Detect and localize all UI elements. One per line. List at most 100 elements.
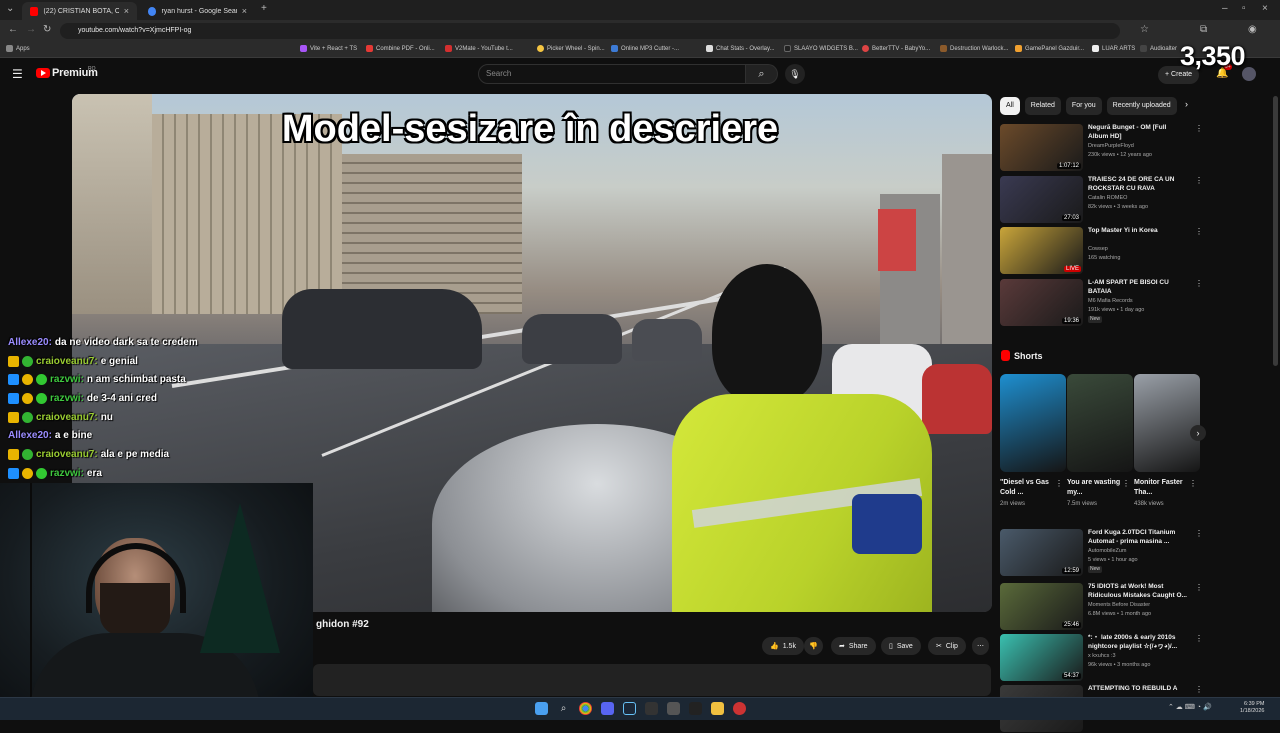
clip-button[interactable]: ✂ Clip <box>928 637 966 655</box>
video-thumbnail[interactable]: 27:03 <box>1000 176 1083 223</box>
short-more-icon[interactable]: ⋮ <box>1122 479 1130 488</box>
channel-name[interactable]: Cowsep <box>1088 246 1108 253</box>
back-icon[interactable]: ← <box>8 24 18 35</box>
close-window-icon[interactable]: × <box>1262 3 1268 14</box>
short-thumbnail[interactable] <box>1134 374 1200 472</box>
recommendation-item[interactable]: LIVE Top Master Yi in Korea Cowsep 165 watc… <box>1000 227 1203 275</box>
more-options-icon[interactable]: ⋮ <box>1195 279 1203 288</box>
recommendation-title[interactable]: TRAIESC 24 DE ORE CA UN ROCKSTAR CU RAVA <box>1088 176 1188 193</box>
bookmark-item[interactable]: Combine PDF - Onli... <box>366 45 435 52</box>
channel-name[interactable]: Catalin ROMEO <box>1088 195 1127 202</box>
video-thumbnail[interactable]: 19:36 <box>1000 279 1083 326</box>
video-thumbnail[interactable]: 54:37 <box>1000 634 1083 681</box>
file-explorer-icon[interactable] <box>711 702 724 715</box>
more-options-icon[interactable]: ⋮ <box>1195 529 1203 538</box>
more-options-icon[interactable]: ⋮ <box>1195 685 1203 694</box>
reload-icon[interactable]: ↻ <box>43 24 51 35</box>
dislike-button[interactable]: 👎 <box>804 637 823 655</box>
more-actions-button[interactable]: ⋯ <box>972 637 989 655</box>
short-title[interactable]: You are wasting my... <box>1067 478 1127 498</box>
new-tab-icon[interactable]: + <box>261 3 267 14</box>
extensions-icon[interactable]: ⧉ <box>1200 24 1207 35</box>
chips-next-icon[interactable]: › <box>1185 99 1188 109</box>
tab-menu-icon[interactable]: ⌄ <box>6 3 14 14</box>
save-button[interactable]: ▯ Save <box>881 637 921 655</box>
app-icon[interactable] <box>689 702 702 715</box>
recommendation-item[interactable]: 12:59 Ford Kuga 2.0TDCI Titanium Automat … <box>1000 529 1203 577</box>
channel-name[interactable]: Moments Before Disaster <box>1088 602 1150 609</box>
search-input[interactable]: Search <box>478 64 746 84</box>
search-button[interactable]: ⌕ <box>746 64 778 84</box>
short-more-icon[interactable]: ⋮ <box>1189 479 1197 488</box>
video-thumbnail[interactable]: 25:46 <box>1000 583 1083 630</box>
close-tab-icon[interactable]: × <box>242 6 247 16</box>
more-options-icon[interactable]: ⋮ <box>1195 583 1203 592</box>
maximize-icon[interactable]: ▫ <box>1242 3 1246 14</box>
recommendation-title[interactable]: Negură Bunget - OM [Full Album HD] <box>1088 124 1188 141</box>
short-more-icon[interactable]: ⋮ <box>1055 479 1063 488</box>
bookmark-item[interactable]: BetterTTV - BabyYo... <box>862 45 930 52</box>
video-thumbnail[interactable]: 1:07:12 <box>1000 124 1083 171</box>
more-options-icon[interactable]: ⋮ <box>1195 176 1203 185</box>
more-options-icon[interactable]: ⋮ <box>1195 227 1203 236</box>
short-title[interactable]: Monitor Faster Tha... <box>1134 478 1194 498</box>
youtube-logo-icon[interactable] <box>36 68 50 78</box>
channel-name[interactable]: M6 Mafia Records <box>1088 298 1133 305</box>
bookmark-apps[interactable]: Apps <box>6 45 30 52</box>
recommendation-item[interactable]: 25:46 75 IDIOTS at Work! Most Ridiculous … <box>1000 583 1203 631</box>
recommendation-title[interactable]: ATTEMPTING TO REBUILD A <box>1088 685 1188 694</box>
profile-icon[interactable]: ◉ <box>1248 24 1257 35</box>
recommendation-title[interactable]: Ford Kuga 2.0TDCI Titanium Automat - pri… <box>1088 529 1188 546</box>
steam-icon[interactable] <box>623 702 636 715</box>
bookmark-item[interactable]: SLAAYO WIDGETS B... <box>784 45 858 52</box>
app-icon[interactable] <box>667 702 680 715</box>
bookmark-item[interactable]: Audioalter <box>1140 45 1177 52</box>
chip-all[interactable]: All <box>1000 97 1020 115</box>
bookmark-item[interactable]: Destruction Warlock... <box>940 45 1008 52</box>
recommendation-title[interactable]: *:・ late 2000s & early 2010s nightcore p… <box>1088 634 1188 651</box>
chrome-icon[interactable] <box>579 702 592 715</box>
url-field[interactable]: youtube.com/watch?v=XjmcHFPI-og <box>60 23 1120 39</box>
recommendation-item[interactable]: 27:03 TRAIESC 24 DE ORE CA UN ROCKSTAR CU… <box>1000 176 1203 224</box>
like-button[interactable]: 👍 1.5k <box>762 637 804 655</box>
tab-active[interactable]: (22) CRISTIAN BOTA, O BOTUL... × <box>22 2 137 20</box>
tab-google[interactable]: ryan hurst - Google Search × <box>140 2 255 20</box>
description-box[interactable] <box>313 664 991 696</box>
bookmark-item[interactable]: Picker Wheel - Spin... <box>537 45 605 52</box>
short-thumbnail[interactable] <box>1000 374 1066 472</box>
channel-name[interactable]: x kxuhcs :3 <box>1088 653 1116 660</box>
recommendation-item[interactable]: 54:37 *:・ late 2000s & early 2010s nightc… <box>1000 634 1203 682</box>
recommendation-title[interactable]: Top Master Yi in Korea <box>1088 227 1188 236</box>
chip-for-you[interactable]: For you <box>1065 97 1102 115</box>
system-tray-icons[interactable]: ⌃ ☁ ⌨ ◔ 🔊 <box>1168 703 1212 711</box>
chip-recently-uploaded[interactable]: Recently uploaded <box>1106 97 1177 115</box>
short-title[interactable]: "Diesel vs Gas Cold ... <box>1000 478 1060 498</box>
discord-icon[interactable] <box>601 702 614 715</box>
more-options-icon[interactable]: ⋮ <box>1195 124 1203 133</box>
recommendation-item[interactable]: 19:36 L-AM SPART PE BISOI CU BATAIA M6 Maf… <box>1000 279 1203 327</box>
page-scrollbar[interactable] <box>1273 96 1278 366</box>
bookmark-item[interactable]: Online MP3 Cutter -... <box>611 45 679 52</box>
bookmark-item[interactable]: V2Mate - YouTube t... <box>445 45 513 52</box>
hamburger-menu-icon[interactable]: ☰ <box>12 67 23 81</box>
video-thumbnail[interactable]: 12:59 <box>1000 529 1083 576</box>
recommendation-title[interactable]: L-AM SPART PE BISOI CU BATAIA <box>1088 279 1188 296</box>
app-icon[interactable] <box>645 702 658 715</box>
recommendation-item[interactable]: 1:07:12 Negură Bunget - OM [Full Album HD… <box>1000 124 1203 172</box>
chip-related[interactable]: Related <box>1024 97 1061 115</box>
close-tab-icon[interactable]: × <box>124 6 129 16</box>
shorts-next-icon[interactable]: › <box>1190 425 1206 441</box>
taskbar-clock[interactable]: 6:39 PM 1/18/2026 <box>1240 701 1264 715</box>
bookmark-item[interactable]: GamePanel Gazduir... <box>1015 45 1084 52</box>
bookmark-item[interactable]: Vite + React + TS <box>300 45 357 52</box>
more-options-icon[interactable]: ⋮ <box>1195 634 1203 643</box>
voice-search-button[interactable]: 🎙 <box>785 64 805 84</box>
recommendation-title[interactable]: 75 IDIOTS at Work! Most Ridiculous Mista… <box>1088 583 1188 600</box>
channel-name[interactable]: DreamPurpleFloyd <box>1088 143 1134 150</box>
bookmark-item[interactable]: LUAR ARTS <box>1092 45 1135 52</box>
share-button[interactable]: ➦ Share <box>831 637 876 655</box>
bookmark-item[interactable]: Chat Stats - Overlay... <box>706 45 775 52</box>
video-thumbnail[interactable]: LIVE <box>1000 227 1083 274</box>
bookmark-star-icon[interactable]: ☆ <box>1140 24 1149 35</box>
forward-icon[interactable]: → <box>26 24 36 35</box>
